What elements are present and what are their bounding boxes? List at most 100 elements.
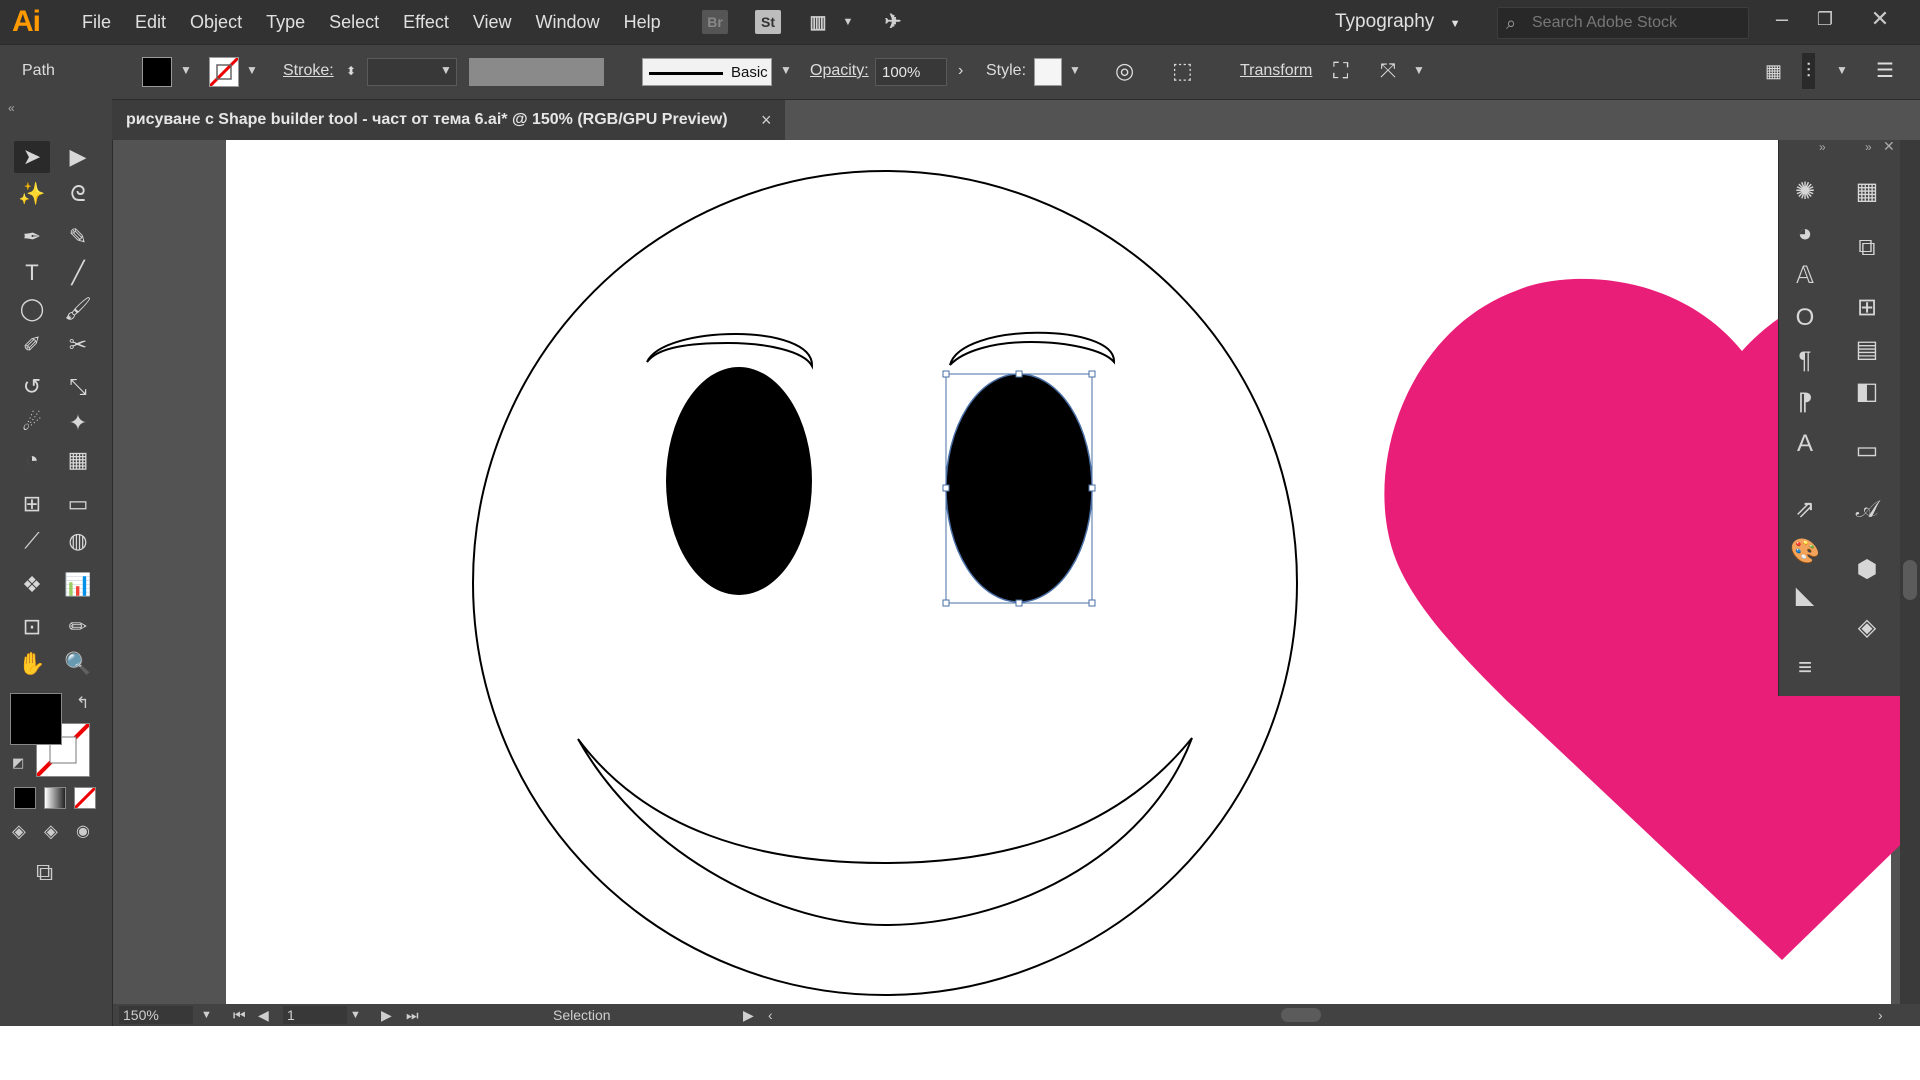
bridge-icon[interactable]: Br: [702, 10, 728, 34]
chevron-right-icon[interactable]: ›: [958, 45, 963, 97]
layers-icon[interactable]: ◈: [1847, 610, 1887, 646]
menu-edit[interactable]: Edit: [123, 0, 178, 44]
draw-normal-icon[interactable]: ◈: [12, 821, 26, 842]
curvature-tool-icon[interactable]: ✎: [60, 221, 96, 253]
fill-color-box[interactable]: [10, 693, 62, 745]
scroll-left-icon[interactable]: ‹: [768, 1004, 773, 1026]
variable-width-profile[interactable]: [469, 58, 604, 86]
slice-tool-icon[interactable]: ✏: [60, 611, 96, 643]
none-mode-icon[interactable]: [74, 787, 96, 809]
screen-mode-icon[interactable]: ⧉: [36, 859, 53, 887]
chevron-down-icon[interactable]: ▼: [201, 1004, 212, 1026]
menu-icon[interactable]: ☰: [1876, 45, 1894, 97]
workspace-switcher[interactable]: Typography ▼: [1335, 8, 1485, 36]
scroll-right-icon[interactable]: ›: [1878, 1004, 1883, 1026]
draw-behind-icon[interactable]: ◈: [44, 821, 58, 842]
menu-view[interactable]: View: [461, 0, 524, 44]
vertical-scroll-thumb[interactable]: [1903, 560, 1917, 600]
zoom-tool-icon[interactable]: 🔍: [60, 648, 96, 680]
chevron-down-icon[interactable]: ▼: [1069, 63, 1081, 77]
ellipse-tool-icon[interactable]: ◯: [14, 293, 50, 325]
close-icon[interactable]: ✕: [1883, 138, 1895, 155]
horizontal-scroll-thumb[interactable]: [1281, 1008, 1321, 1022]
vertical-scrollbar[interactable]: [1900, 140, 1920, 1004]
menu-type[interactable]: Type: [254, 0, 317, 44]
glyphs-icon[interactable]: O: [1785, 300, 1825, 336]
symbols-icon[interactable]: ⬢: [1847, 552, 1887, 588]
stroke-swatch[interactable]: [209, 57, 239, 87]
color-icon[interactable]: ✺: [1785, 174, 1825, 210]
chevron-down-icon[interactable]: ▼: [1836, 63, 1848, 77]
swap-fill-stroke-icon[interactable]: ↰: [76, 693, 89, 713]
stroke-panel-icon[interactable]: ◣: [1785, 578, 1825, 614]
stroke-label[interactable]: Stroke:: [283, 45, 334, 97]
scale-tool-icon[interactable]: ⤡: [60, 371, 96, 403]
menu-icon[interactable]: ≡: [1785, 650, 1825, 686]
libraries-icon[interactable]: ◕: [1785, 216, 1825, 252]
eyedropper-icon[interactable]: ⟋: [14, 525, 50, 557]
close-tab-icon[interactable]: ×: [761, 100, 772, 140]
hand-tool-icon[interactable]: ✋: [14, 648, 50, 680]
rotate-tool-icon[interactable]: ↺: [14, 371, 50, 403]
chevron-down-icon[interactable]: ▼: [246, 63, 258, 77]
first-page-icon[interactable]: ⏮: [233, 1004, 246, 1026]
gradient-panel-icon[interactable]: ◧: [1847, 374, 1887, 410]
menu-select[interactable]: Select: [317, 0, 391, 44]
selection-tool-icon[interactable]: ➤: [14, 141, 50, 173]
stock-search[interactable]: ⌕ Search Adobe Stock: [1497, 7, 1749, 39]
lasso-icon[interactable]: ᘓ: [60, 178, 96, 210]
document-tab[interactable]: рисуване с Shape builder tool - част от …: [112, 100, 785, 140]
close-icon[interactable]: ✕: [1860, 6, 1900, 32]
paintbrush-icon[interactable]: 🖌: [60, 293, 96, 325]
character-icon[interactable]: 𝔸: [1785, 258, 1825, 294]
graphic-style-swatch[interactable]: [1034, 58, 1062, 86]
minimize-icon[interactable]: –: [1762, 6, 1802, 32]
stock-icon[interactable]: St: [755, 10, 781, 34]
chevron-down-icon[interactable]: ▼: [780, 63, 792, 77]
transform-icon[interactable]: ⧉: [1847, 230, 1887, 266]
align-icon[interactable]: ⊞: [1847, 290, 1887, 326]
transform-link[interactable]: Transform: [1240, 45, 1312, 97]
align-to-icon[interactable]: ⬚: [1172, 45, 1193, 97]
gpu-performance-icon[interactable]: ✈: [880, 10, 906, 34]
artboard-tool-icon[interactable]: ⊡: [14, 611, 50, 643]
opacity-input[interactable]: 100%: [875, 58, 947, 86]
chevron-down-icon[interactable]: ▼: [835, 10, 861, 34]
graphic-styles-icon[interactable]: 🎨: [1785, 534, 1825, 570]
graph-tool-icon[interactable]: 📊: [60, 569, 96, 601]
artboard[interactable]: [226, 140, 1920, 1006]
collapse-panel-icon[interactable]: «: [8, 101, 15, 115]
stroke-stepper-icon[interactable]: ⬍: [346, 45, 356, 97]
chevron-down-icon[interactable]: ▼: [350, 1004, 361, 1026]
paragraph-styles-icon[interactable]: ⁋: [1785, 385, 1825, 421]
status-menu-icon[interactable]: ▶: [743, 1004, 754, 1026]
gradient-mode-icon[interactable]: [44, 787, 66, 809]
expand-panels-icon[interactable]: »: [1819, 140, 1826, 154]
last-page-icon[interactable]: ⏭: [406, 1004, 419, 1026]
magic-wand-icon[interactable]: ✨: [14, 178, 50, 210]
puppet-warp-icon[interactable]: ✦: [60, 407, 96, 439]
paragraph-icon[interactable]: ¶: [1785, 343, 1825, 379]
character-styles-icon[interactable]: A: [1785, 426, 1825, 462]
gradient-tool-icon[interactable]: ▭: [60, 488, 96, 520]
chevron-down-icon[interactable]: ▼: [180, 63, 192, 77]
shape-builder-icon[interactable]: ◔: [14, 444, 50, 476]
opentype-icon[interactable]: ▭: [1847, 433, 1887, 469]
expand-panels-icon[interactable]: »: [1865, 140, 1872, 154]
color-mode-icon[interactable]: [14, 787, 36, 809]
left-eye[interactable]: [666, 367, 812, 595]
pathfinder-icon[interactable]: ▤: [1847, 332, 1887, 368]
draw-inside-icon[interactable]: ◉: [76, 821, 90, 841]
symbol-sprayer-icon[interactable]: ❖: [14, 569, 50, 601]
menu-effect[interactable]: Effect: [391, 0, 461, 44]
type-tool-icon[interactable]: T: [14, 257, 50, 289]
page-number-field[interactable]: 1: [283, 1006, 347, 1024]
fill-swatch[interactable]: [142, 57, 172, 87]
zoom-level-field[interactable]: 150%: [119, 1006, 193, 1024]
mesh-tool-icon[interactable]: ⊞: [14, 488, 50, 520]
blend-tool-icon[interactable]: ◍: [60, 525, 96, 557]
next-page-icon[interactable]: ▶: [381, 1004, 392, 1026]
arrange-icon[interactable]: ▦: [1765, 45, 1782, 97]
restore-icon[interactable]: ❐: [1805, 9, 1845, 30]
menu-file[interactable]: File: [70, 0, 123, 44]
